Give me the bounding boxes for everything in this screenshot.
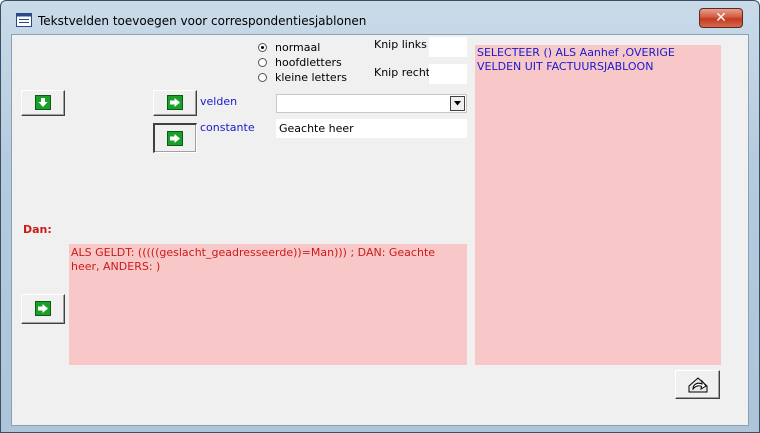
window-title: Tekstvelden toevoegen voor correspondent… <box>38 14 367 28</box>
knip-links-input[interactable] <box>429 37 467 57</box>
select-textarea[interactable]: SELECTEER () ALS Aanhef ,OVERIGE VELDEN … <box>475 45 721 365</box>
add-condition-button[interactable] <box>21 294 65 324</box>
constante-input[interactable]: Geachte heer <box>276 119 467 138</box>
constante-input-value: Geachte heer <box>279 122 354 135</box>
radio-hoofdletters-label: hoofdletters <box>275 56 342 69</box>
velden-select[interactable] <box>276 94 467 113</box>
dropdown-button[interactable] <box>450 96 465 111</box>
form-body: normaal hoofdletters kleine letters Knip… <box>11 34 749 426</box>
velden-label: velden <box>200 95 238 108</box>
arrow-right-icon <box>167 131 183 146</box>
dropdown-arrow-icon <box>454 101 461 106</box>
form-icon <box>16 13 32 27</box>
close-icon: ✕ <box>715 10 727 26</box>
radio-normaal[interactable] <box>258 43 267 52</box>
radio-hoofdletters[interactable] <box>258 58 267 67</box>
select-text: SELECTEER () ALS Aanhef ,OVERIGE VELDEN … <box>477 46 675 73</box>
undo-button[interactable] <box>675 370 720 399</box>
constante-label: constante <box>200 121 255 134</box>
radio-kleine-letters[interactable] <box>258 73 267 82</box>
radio-kleine-letters-label: kleine letters <box>275 71 347 84</box>
window: Tekstvelden toevoegen voor correspondent… <box>0 0 760 433</box>
arrow-right-icon <box>35 301 51 316</box>
condition-text: ALS GELDT: (((((geslacht_geadresseerde))… <box>71 246 436 273</box>
knip-rechts-label: Knip rechts <box>374 66 436 79</box>
arrow-right-icon <box>167 95 183 110</box>
arrow-down-icon <box>35 95 51 110</box>
add-velden-button[interactable] <box>153 90 197 116</box>
radio-normaal-label: normaal <box>275 41 321 54</box>
title-bar: Tekstvelden toevoegen voor correspondent… <box>1 1 759 33</box>
close-button[interactable]: ✕ <box>699 8 743 28</box>
condition-textarea[interactable]: ALS GELDT: (((((geslacht_geadresseerde))… <box>69 244 467 365</box>
undo-icon <box>688 377 708 393</box>
knip-links-label: Knip links <box>374 38 427 51</box>
add-constante-button[interactable] <box>153 123 197 153</box>
move-down-button[interactable] <box>21 90 65 116</box>
dan-label: Dan: <box>23 223 52 236</box>
knip-rechts-input[interactable] <box>429 64 467 84</box>
